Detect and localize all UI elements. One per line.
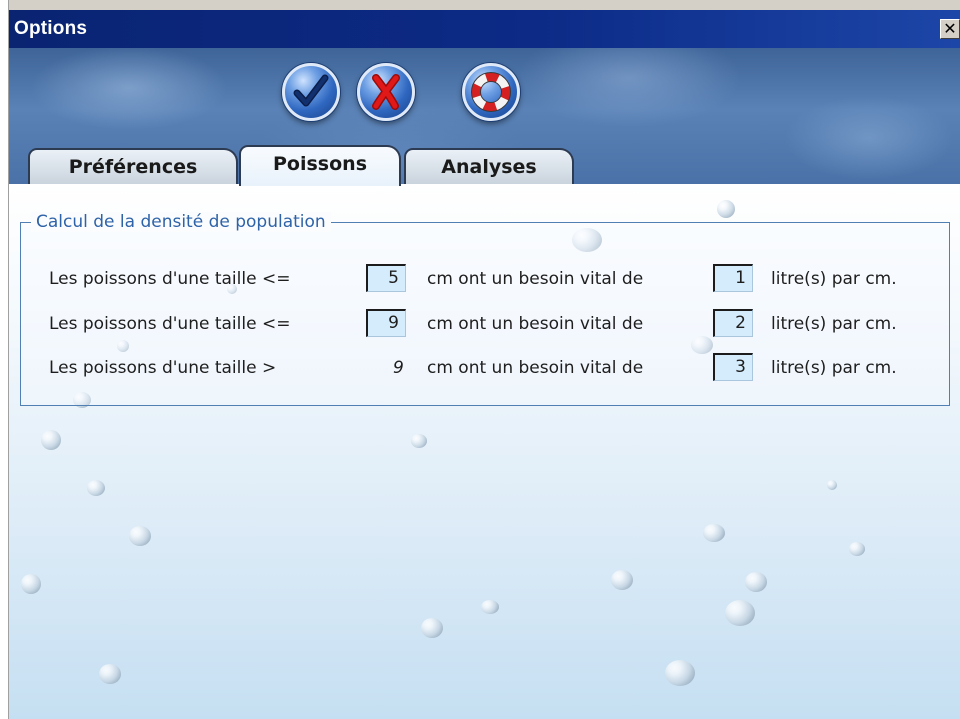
row-1-middle: cm ont un besoin vital de bbox=[427, 269, 644, 289]
checkmark-icon bbox=[293, 74, 329, 107]
bubble-decoration bbox=[481, 600, 499, 614]
litres-input-1[interactable]: 1 bbox=[713, 264, 753, 292]
bubble-decoration bbox=[827, 480, 837, 490]
row-3-middle: cm ont un besoin vital de bbox=[427, 358, 644, 378]
size-input-1[interactable]: 5 bbox=[366, 264, 406, 292]
bubble-decoration bbox=[665, 660, 695, 686]
population-density-group: Calcul de la densité de population Les p… bbox=[20, 212, 950, 406]
group-legend: Calcul de la densité de population bbox=[31, 212, 331, 232]
tab-preferences[interactable]: Préférences bbox=[28, 148, 238, 186]
title-bar[interactable]: Options ✕ bbox=[9, 10, 960, 48]
red-x-icon bbox=[372, 74, 400, 110]
litres-input-2[interactable]: 2 bbox=[713, 309, 753, 337]
bubble-decoration bbox=[99, 664, 121, 684]
size-input-2[interactable]: 9 bbox=[366, 309, 406, 337]
bubble-decoration bbox=[849, 542, 865, 556]
help-button[interactable] bbox=[462, 63, 520, 121]
tab-strip: Préférences Poissons Analyses bbox=[9, 144, 960, 186]
bubble-decoration bbox=[87, 480, 105, 496]
bubble-decoration bbox=[717, 200, 735, 218]
row-1-prefix: Les poissons d'une taille <= bbox=[49, 269, 291, 289]
row-2-prefix: Les poissons d'une taille <= bbox=[49, 314, 291, 334]
tab-analyses[interactable]: Analyses bbox=[404, 148, 574, 186]
row-2-suffix: litre(s) par cm. bbox=[771, 314, 897, 334]
row-1-suffix: litre(s) par cm. bbox=[771, 269, 897, 289]
close-button[interactable]: ✕ bbox=[940, 19, 960, 39]
bubble-decoration bbox=[703, 524, 725, 542]
window-title: Options bbox=[14, 18, 88, 39]
ok-button[interactable] bbox=[282, 63, 340, 121]
bubble-decoration bbox=[725, 600, 755, 626]
row-3-suffix: litre(s) par cm. bbox=[771, 358, 897, 378]
bubble-decoration bbox=[41, 430, 61, 450]
bubble-decoration bbox=[421, 618, 443, 638]
bubble-decoration bbox=[411, 434, 427, 448]
bubble-decoration bbox=[129, 526, 151, 546]
bubble-decoration bbox=[611, 570, 633, 590]
lifebuoy-icon bbox=[471, 72, 511, 112]
options-window: Options ✕ Préférences Poissons Analyses … bbox=[0, 0, 960, 719]
close-icon: ✕ bbox=[943, 19, 957, 38]
tab-panel-poissons: Calcul de la densité de population Les p… bbox=[9, 184, 960, 719]
row-2-middle: cm ont un besoin vital de bbox=[427, 314, 644, 334]
litres-input-3[interactable]: 3 bbox=[713, 353, 753, 381]
bubble-decoration bbox=[21, 574, 41, 594]
row-3-prefix: Les poissons d'une taille > bbox=[49, 358, 277, 378]
cancel-button[interactable] bbox=[357, 63, 415, 121]
size-value-3: 9 bbox=[393, 358, 404, 378]
tab-poissons[interactable]: Poissons bbox=[239, 145, 401, 186]
bubble-decoration bbox=[745, 572, 767, 592]
